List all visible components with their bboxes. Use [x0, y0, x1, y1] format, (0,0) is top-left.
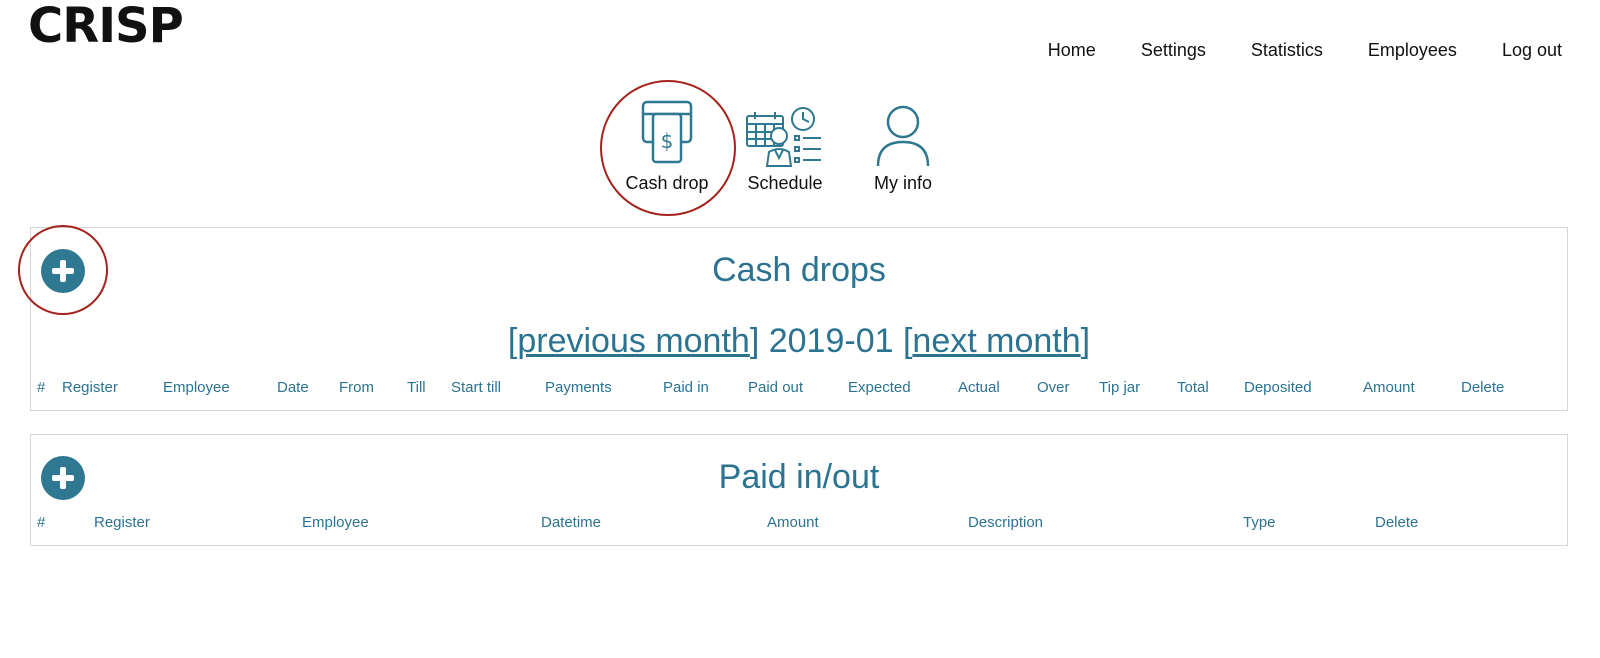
column-header[interactable]: Delete: [1461, 379, 1504, 397]
column-header[interactable]: Over: [1037, 379, 1070, 397]
schedule-icon: [730, 96, 840, 168]
atm-cash-icon: $: [612, 96, 722, 168]
nav-home-link[interactable]: Home: [1048, 38, 1096, 62]
column-header[interactable]: Start till: [451, 379, 501, 397]
column-header[interactable]: Datetime: [541, 514, 601, 532]
column-header[interactable]: #: [37, 379, 45, 397]
paid-in-out-title: Paid in/out: [718, 458, 880, 496]
module-label: My info: [873, 173, 933, 193]
module-schedule[interactable]: Schedule: [730, 96, 840, 194]
column-header[interactable]: Employee: [302, 514, 369, 532]
column-header[interactable]: Till: [407, 379, 426, 397]
paid-in-out-panel: Paid in/out # Register Employee Datetime…: [30, 434, 1568, 546]
cash-drops-panel: Cash drops [previous month] 2019-01 [nex…: [30, 227, 1568, 411]
user-icon: [848, 96, 958, 168]
column-header[interactable]: #: [37, 514, 45, 532]
column-header[interactable]: Amount: [1363, 379, 1415, 397]
top-nav: Home Settings Statistics Employees Log o…: [1003, 38, 1562, 62]
column-header[interactable]: Paid in: [663, 379, 709, 397]
nav-statistics-link[interactable]: Statistics: [1251, 38, 1323, 62]
column-header[interactable]: From: [339, 379, 374, 397]
nav-employees-link[interactable]: Employees: [1368, 38, 1457, 62]
column-header[interactable]: Payments: [545, 379, 612, 397]
column-header[interactable]: Deposited: [1244, 379, 1312, 397]
current-month: 2019-01: [768, 322, 894, 360]
column-header[interactable]: Total: [1177, 379, 1209, 397]
month-navigation: [previous month] 2019-01 [next month]: [507, 322, 1091, 360]
module-bar: $ Cash drop Schedule My info: [620, 96, 980, 206]
column-header[interactable]: Date: [277, 379, 309, 397]
module-my-info[interactable]: My info: [848, 96, 958, 194]
previous-month-link[interactable]: previous month: [517, 322, 749, 360]
column-header[interactable]: Delete: [1375, 514, 1418, 532]
column-header[interactable]: Tip jar: [1099, 379, 1140, 397]
nav-logout-link[interactable]: Log out: [1502, 38, 1562, 62]
column-header[interactable]: Register: [62, 379, 118, 397]
page: CRISP Home Settings Statistics Employees…: [0, 0, 1600, 658]
svg-text:$: $: [661, 129, 674, 153]
crisp-logo[interactable]: CRISP: [28, 0, 184, 52]
column-header[interactable]: Register: [94, 514, 150, 532]
module-label: Cash drop: [625, 173, 709, 193]
column-header[interactable]: Type: [1243, 514, 1276, 532]
column-header[interactable]: Expected: [848, 379, 911, 397]
column-header[interactable]: Employee: [163, 379, 230, 397]
next-month-link[interactable]: next month: [912, 322, 1080, 360]
cash-drops-title: Cash drops: [712, 251, 886, 289]
column-header[interactable]: Paid out: [748, 379, 803, 397]
column-header[interactable]: Amount: [767, 514, 819, 532]
module-cash-drop[interactable]: $ Cash drop: [612, 96, 722, 194]
column-header[interactable]: Description: [968, 514, 1043, 532]
column-header[interactable]: Actual: [958, 379, 1000, 397]
module-label: Schedule: [747, 173, 823, 193]
nav-settings-link[interactable]: Settings: [1141, 38, 1206, 62]
